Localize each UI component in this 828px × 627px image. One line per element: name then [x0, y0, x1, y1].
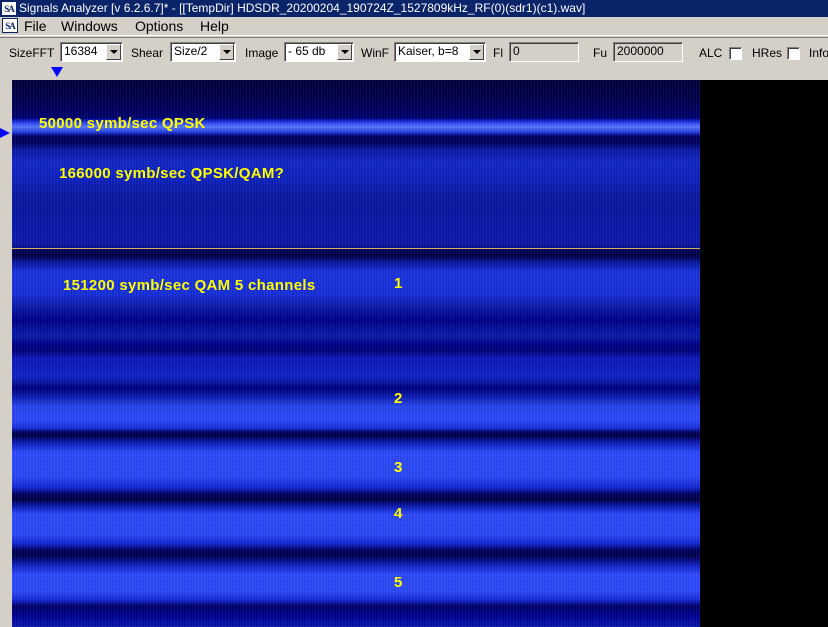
- menu-help[interactable]: Help: [198, 18, 231, 35]
- fu-input[interactable]: 2000000: [613, 42, 683, 62]
- spectrogram-view[interactable]: 50000 symb/sec QPSK 166000 symb/sec QPSK…: [12, 80, 700, 627]
- sizefft-select[interactable]: 16384: [60, 42, 123, 62]
- left-margin: [0, 80, 12, 627]
- side-panel: [700, 80, 828, 627]
- hres-checkbox[interactable]: [787, 47, 800, 60]
- sizefft-value: 16384: [64, 44, 98, 58]
- channel-label: 5: [394, 574, 403, 591]
- annotation-qam-151k: 151200 symb/sec QAM 5 channels: [63, 277, 316, 294]
- shear-value: Size/2: [174, 44, 208, 58]
- image-label: Image: [245, 46, 279, 60]
- info-label[interactable]: Info: [809, 46, 828, 60]
- window-title: Signals Analyzer [v 6.2.6.7]* - [[TempDi…: [19, 1, 586, 15]
- time-marker-icon[interactable]: [0, 128, 10, 138]
- title-bar[interactable]: SA Signals Analyzer [v 6.2.6.7]* - [[Tem…: [0, 0, 828, 17]
- channel-label: 3: [394, 459, 403, 476]
- cursor-line[interactable]: [12, 248, 700, 249]
- document-logo-icon[interactable]: SA: [2, 18, 18, 33]
- channel-label: 1: [394, 275, 403, 292]
- frequency-marker-icon[interactable]: [51, 67, 63, 77]
- menu-options[interactable]: Options: [133, 18, 185, 35]
- fl-input[interactable]: 0: [509, 42, 579, 62]
- annotation-qpsk-50k: 50000 symb/sec QPSK: [39, 115, 206, 132]
- shear-label: Shear: [131, 46, 164, 60]
- winf-select[interactable]: Kaiser, b=8: [394, 42, 486, 62]
- chevron-down-icon[interactable]: [219, 44, 234, 60]
- menu-bar: SA File Windows Options Help: [0, 17, 828, 36]
- image-select[interactable]: - 65 db: [284, 42, 354, 62]
- alc-label: ALC: [699, 46, 723, 60]
- chevron-down-icon[interactable]: [469, 44, 484, 60]
- hres-label: HRes: [752, 46, 783, 60]
- sizefft-label: SizeFFT: [9, 46, 55, 60]
- winf-value: Kaiser, b=8: [398, 44, 459, 58]
- fu-label: Fu: [593, 46, 608, 60]
- chevron-down-icon[interactable]: [106, 44, 121, 60]
- image-value: - 65 db: [288, 44, 326, 58]
- shear-select[interactable]: Size/2: [170, 42, 236, 62]
- channel-label: 2: [394, 390, 403, 407]
- channel-label: 4: [394, 505, 403, 522]
- annotation-qpsk-166k: 166000 symb/sec QPSK/QAM?: [59, 165, 285, 182]
- alc-checkbox[interactable]: [729, 47, 742, 60]
- toolbar: SizeFFT 16384 Shear Size/2 Image - 65 db…: [0, 37, 828, 66]
- winf-label: WinF: [361, 46, 389, 60]
- menu-file[interactable]: File: [22, 18, 49, 35]
- chevron-down-icon[interactable]: [337, 44, 352, 60]
- fl-label: Fl: [493, 46, 503, 60]
- app-logo-icon: SA: [1, 1, 17, 16]
- menu-windows[interactable]: Windows: [59, 18, 120, 35]
